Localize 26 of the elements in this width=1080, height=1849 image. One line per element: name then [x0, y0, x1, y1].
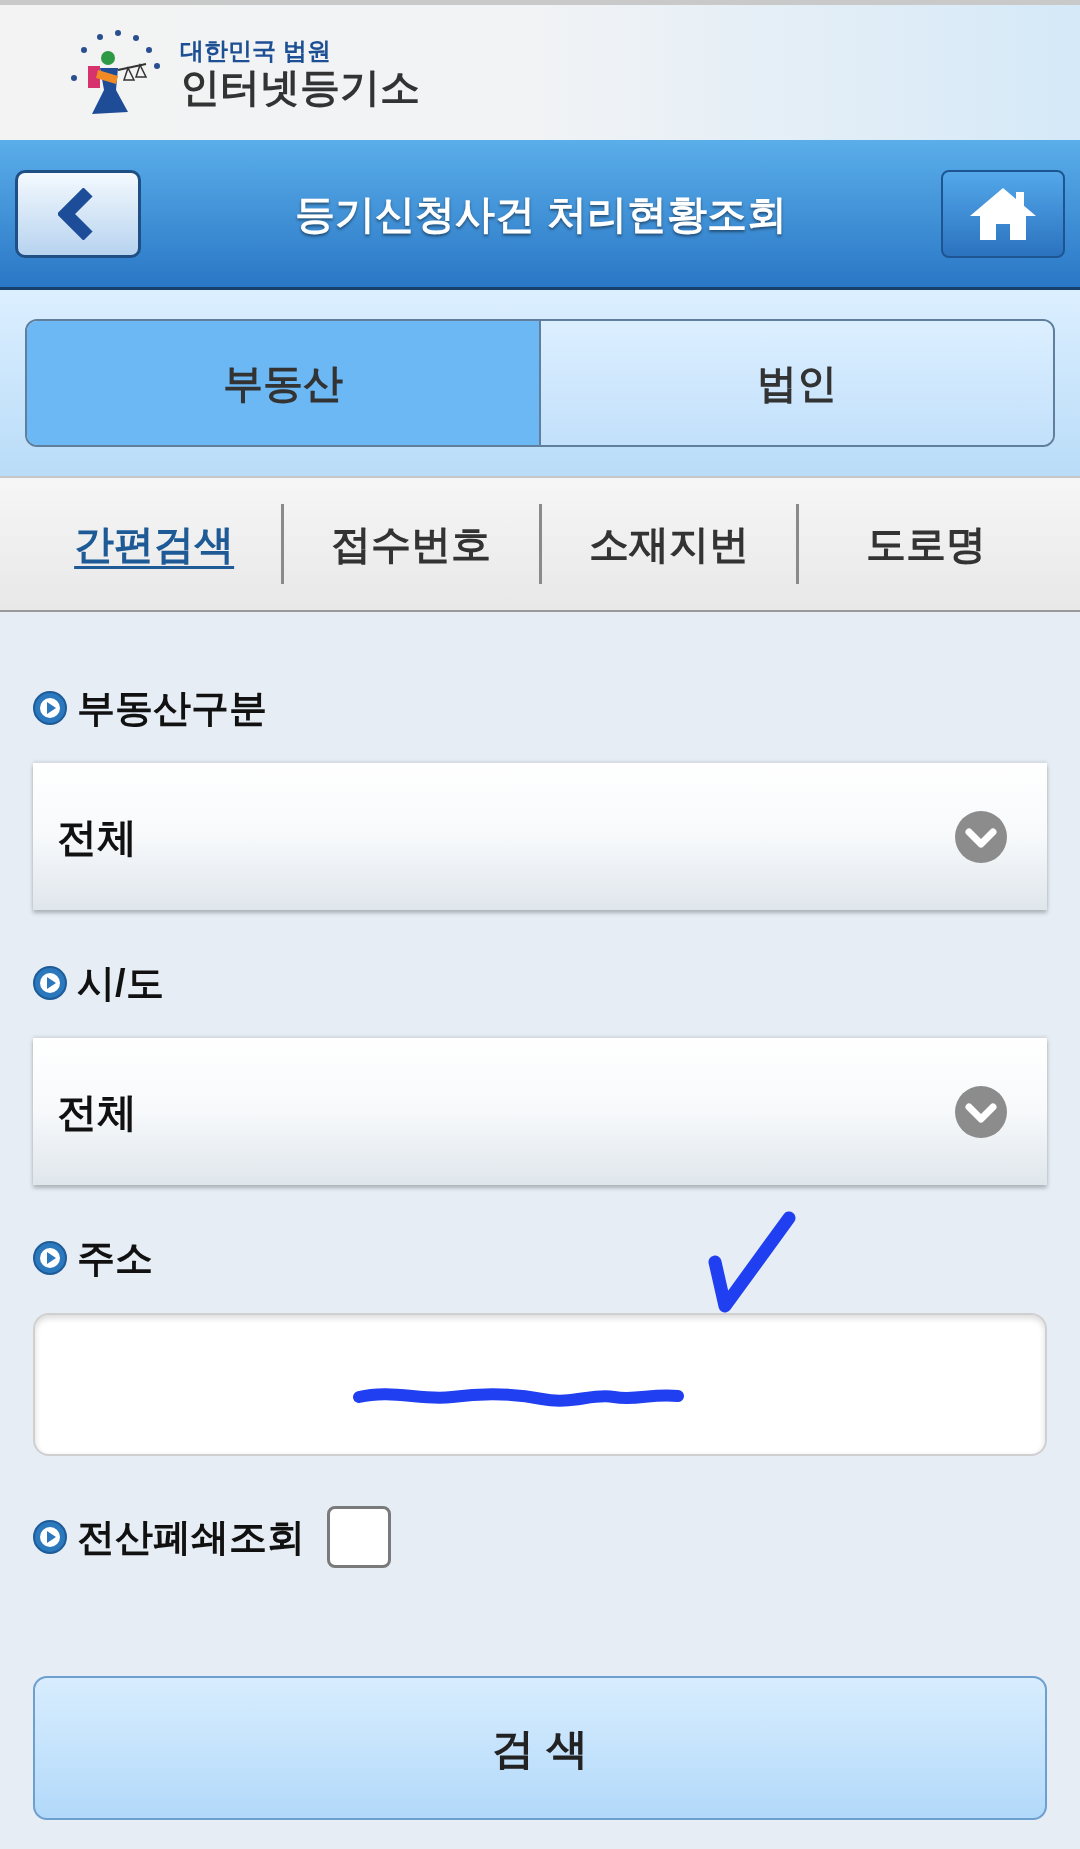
home-button[interactable] — [941, 169, 1065, 258]
page-title: 등기신청사건 처리현황조회 — [295, 193, 787, 234]
court-name: 대한민국 법원 — [180, 38, 332, 63]
back-button[interactable] — [15, 169, 141, 258]
field-label: 전산폐쇄조회 — [77, 1518, 305, 1556]
bullet-play-icon — [33, 691, 67, 725]
checkbox[interactable] — [327, 1506, 391, 1568]
search-button[interactable]: 검 색 — [33, 1676, 1047, 1820]
field-label: 시/도 — [77, 964, 164, 1002]
site-name: 인터넷등기소 — [180, 66, 420, 107]
category-tab[interactable]: 부동산 — [27, 321, 539, 445]
dropdown-select[interactable]: 전체 — [33, 763, 1047, 910]
search-type-tab[interactable]: 도로명 — [865, 524, 986, 564]
bullet-play-icon — [33, 966, 67, 1000]
home-icon — [968, 185, 1038, 242]
field-label: 주소 — [77, 1239, 153, 1277]
search-type-tab[interactable]: 접수번호 — [331, 524, 492, 564]
dropdown-select[interactable]: 전체 — [33, 1038, 1047, 1185]
chevron-down-icon — [955, 1085, 1007, 1138]
bullet-play-icon — [33, 1241, 67, 1275]
category-tab[interactable]: 법인 — [539, 321, 1053, 445]
field-label: 부동산구분 — [77, 689, 267, 727]
search-type-tab[interactable]: 소재지번 — [588, 524, 749, 564]
address-input[interactable] — [33, 1313, 1047, 1456]
bullet-play-icon — [33, 1520, 67, 1554]
chevron-down-icon — [955, 810, 1007, 863]
